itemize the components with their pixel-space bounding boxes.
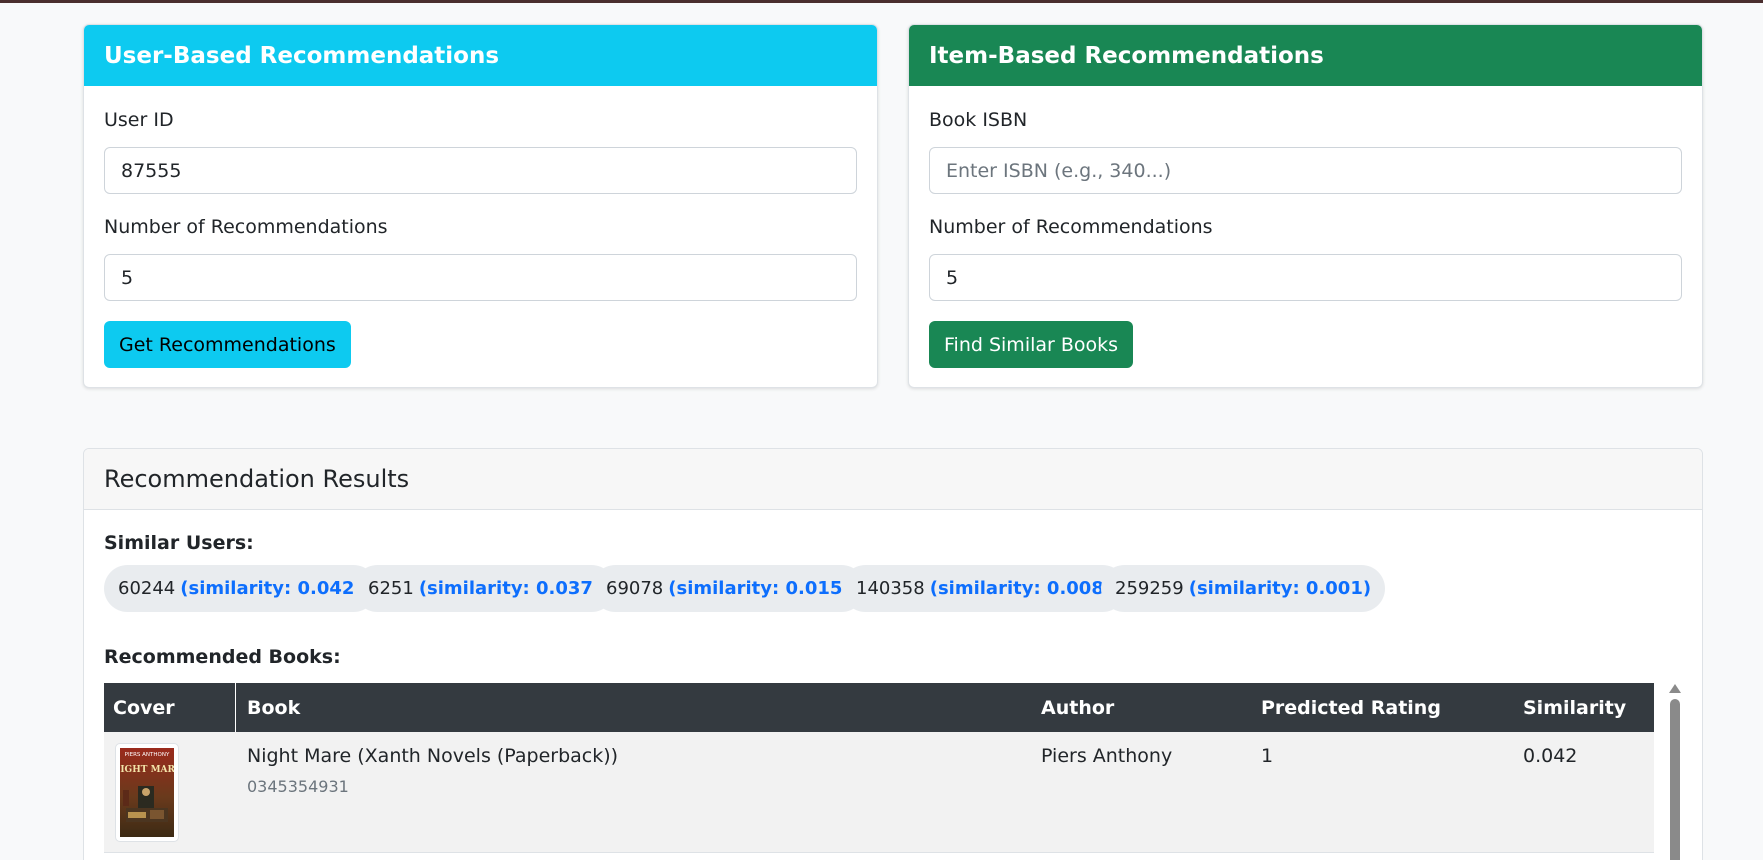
similarity-score: (similarity: 0.008)	[929, 578, 1113, 599]
user-based-title: User-Based Recommendations	[104, 42, 500, 69]
item-based-card-body: Book ISBN Enter ISBN (e.g., 340...) Numb…	[909, 86, 1702, 387]
get-recommendations-button[interactable]: Get Recommendations	[104, 321, 351, 368]
book-author: Piers Anthony	[1041, 745, 1173, 767]
user-count-label: Number of Recommendations	[104, 216, 388, 238]
user-based-card-body: User ID 87555 Number of Recommendations …	[84, 86, 877, 387]
similarity-score: (similarity: 0.042)	[180, 578, 363, 599]
similarity-score: (similarity: 0.001)	[1188, 578, 1372, 599]
table-scrollbar[interactable]	[1669, 684, 1681, 860]
column-header-predicted-rating: Predicted Rating	[1261, 696, 1441, 719]
cover-author-text: PIERS ANTHONY	[125, 752, 170, 758]
book-similarity: 0.042	[1523, 745, 1578, 767]
find-similar-books-button[interactable]: Find Similar Books	[929, 321, 1134, 368]
similarity-score: (similarity: 0.015)	[668, 578, 851, 599]
similarity-score: (similarity: 0.037)	[418, 578, 602, 599]
item-count-label: Number of Recommendations	[929, 216, 1213, 238]
user-id-label: User ID	[104, 109, 174, 131]
user-based-card: User-Based Recommendations User ID 87555…	[83, 24, 878, 388]
recommended-books-label: Recommended Books:	[104, 646, 341, 668]
table-row[interactable]: PIERS ANTHONY NIGHT MARE Night Mare (Xan…	[104, 732, 1654, 853]
item-based-card: Item-Based Recommendations Book ISBN Ent…	[908, 24, 1703, 388]
similar-user-id: 60244	[118, 578, 176, 599]
top-border-strip	[0, 0, 1763, 3]
column-header-cover: Cover	[113, 696, 175, 719]
item-based-card-header: Item-Based Recommendations	[909, 25, 1702, 86]
item-count-input[interactable]: 5	[929, 254, 1682, 301]
similar-user-pill: 69078 (similarity: 0.015)	[592, 565, 865, 612]
table-header-row: Cover Book Author Predicted Rating Simil…	[104, 683, 1654, 732]
column-header-author: Author	[1041, 696, 1115, 719]
similar-user-pill: 60244 (similarity: 0.042)	[104, 565, 377, 612]
user-id-input[interactable]: 87555	[104, 147, 857, 194]
similar-users-label: Similar Users:	[104, 532, 254, 554]
column-header-similarity: Similarity	[1523, 696, 1627, 719]
isbn-label: Book ISBN	[929, 109, 1028, 131]
similar-user-pill: 6251 (similarity: 0.037)	[354, 565, 616, 612]
results-header: Recommendation Results	[84, 449, 1702, 510]
header-divider	[235, 683, 236, 732]
similar-user-id: 69078	[606, 578, 664, 599]
scroll-up-arrow-icon[interactable]	[1669, 684, 1681, 693]
recommendations-table: Cover Book Author Predicted Rating Simil…	[104, 683, 1654, 860]
scrollbar-thumb[interactable]	[1670, 699, 1680, 860]
results-card: Recommendation Results Similar Users: 60…	[83, 448, 1703, 860]
similar-user-pill: 140358 (similarity: 0.008)	[842, 565, 1127, 612]
user-based-card-header: User-Based Recommendations	[84, 25, 877, 86]
isbn-input[interactable]: Enter ISBN (e.g., 340...)	[929, 147, 1682, 194]
similar-user-pill: 259259 (similarity: 0.001)	[1101, 565, 1386, 612]
column-header-book: Book	[247, 696, 301, 719]
book-title: Night Mare (Xanth Novels (Paperback))	[247, 745, 619, 767]
predicted-rating: 1	[1261, 745, 1274, 767]
book-isbn: 0345354931	[247, 777, 349, 796]
book-cover-image: PIERS ANTHONY NIGHT MARE	[112, 748, 182, 837]
item-based-title: Item-Based Recommendations	[929, 42, 1324, 69]
results-title: Recommendation Results	[104, 465, 410, 493]
cover-title-text: NIGHT MARE	[120, 765, 174, 775]
similar-user-id: 140358	[856, 578, 925, 599]
similar-user-id: 259259	[1115, 578, 1184, 599]
user-count-input[interactable]: 5	[104, 254, 857, 301]
similar-user-id: 6251	[368, 578, 414, 599]
book-cover-thumbnail[interactable]: PIERS ANTHONY NIGHT MARE	[112, 743, 182, 842]
